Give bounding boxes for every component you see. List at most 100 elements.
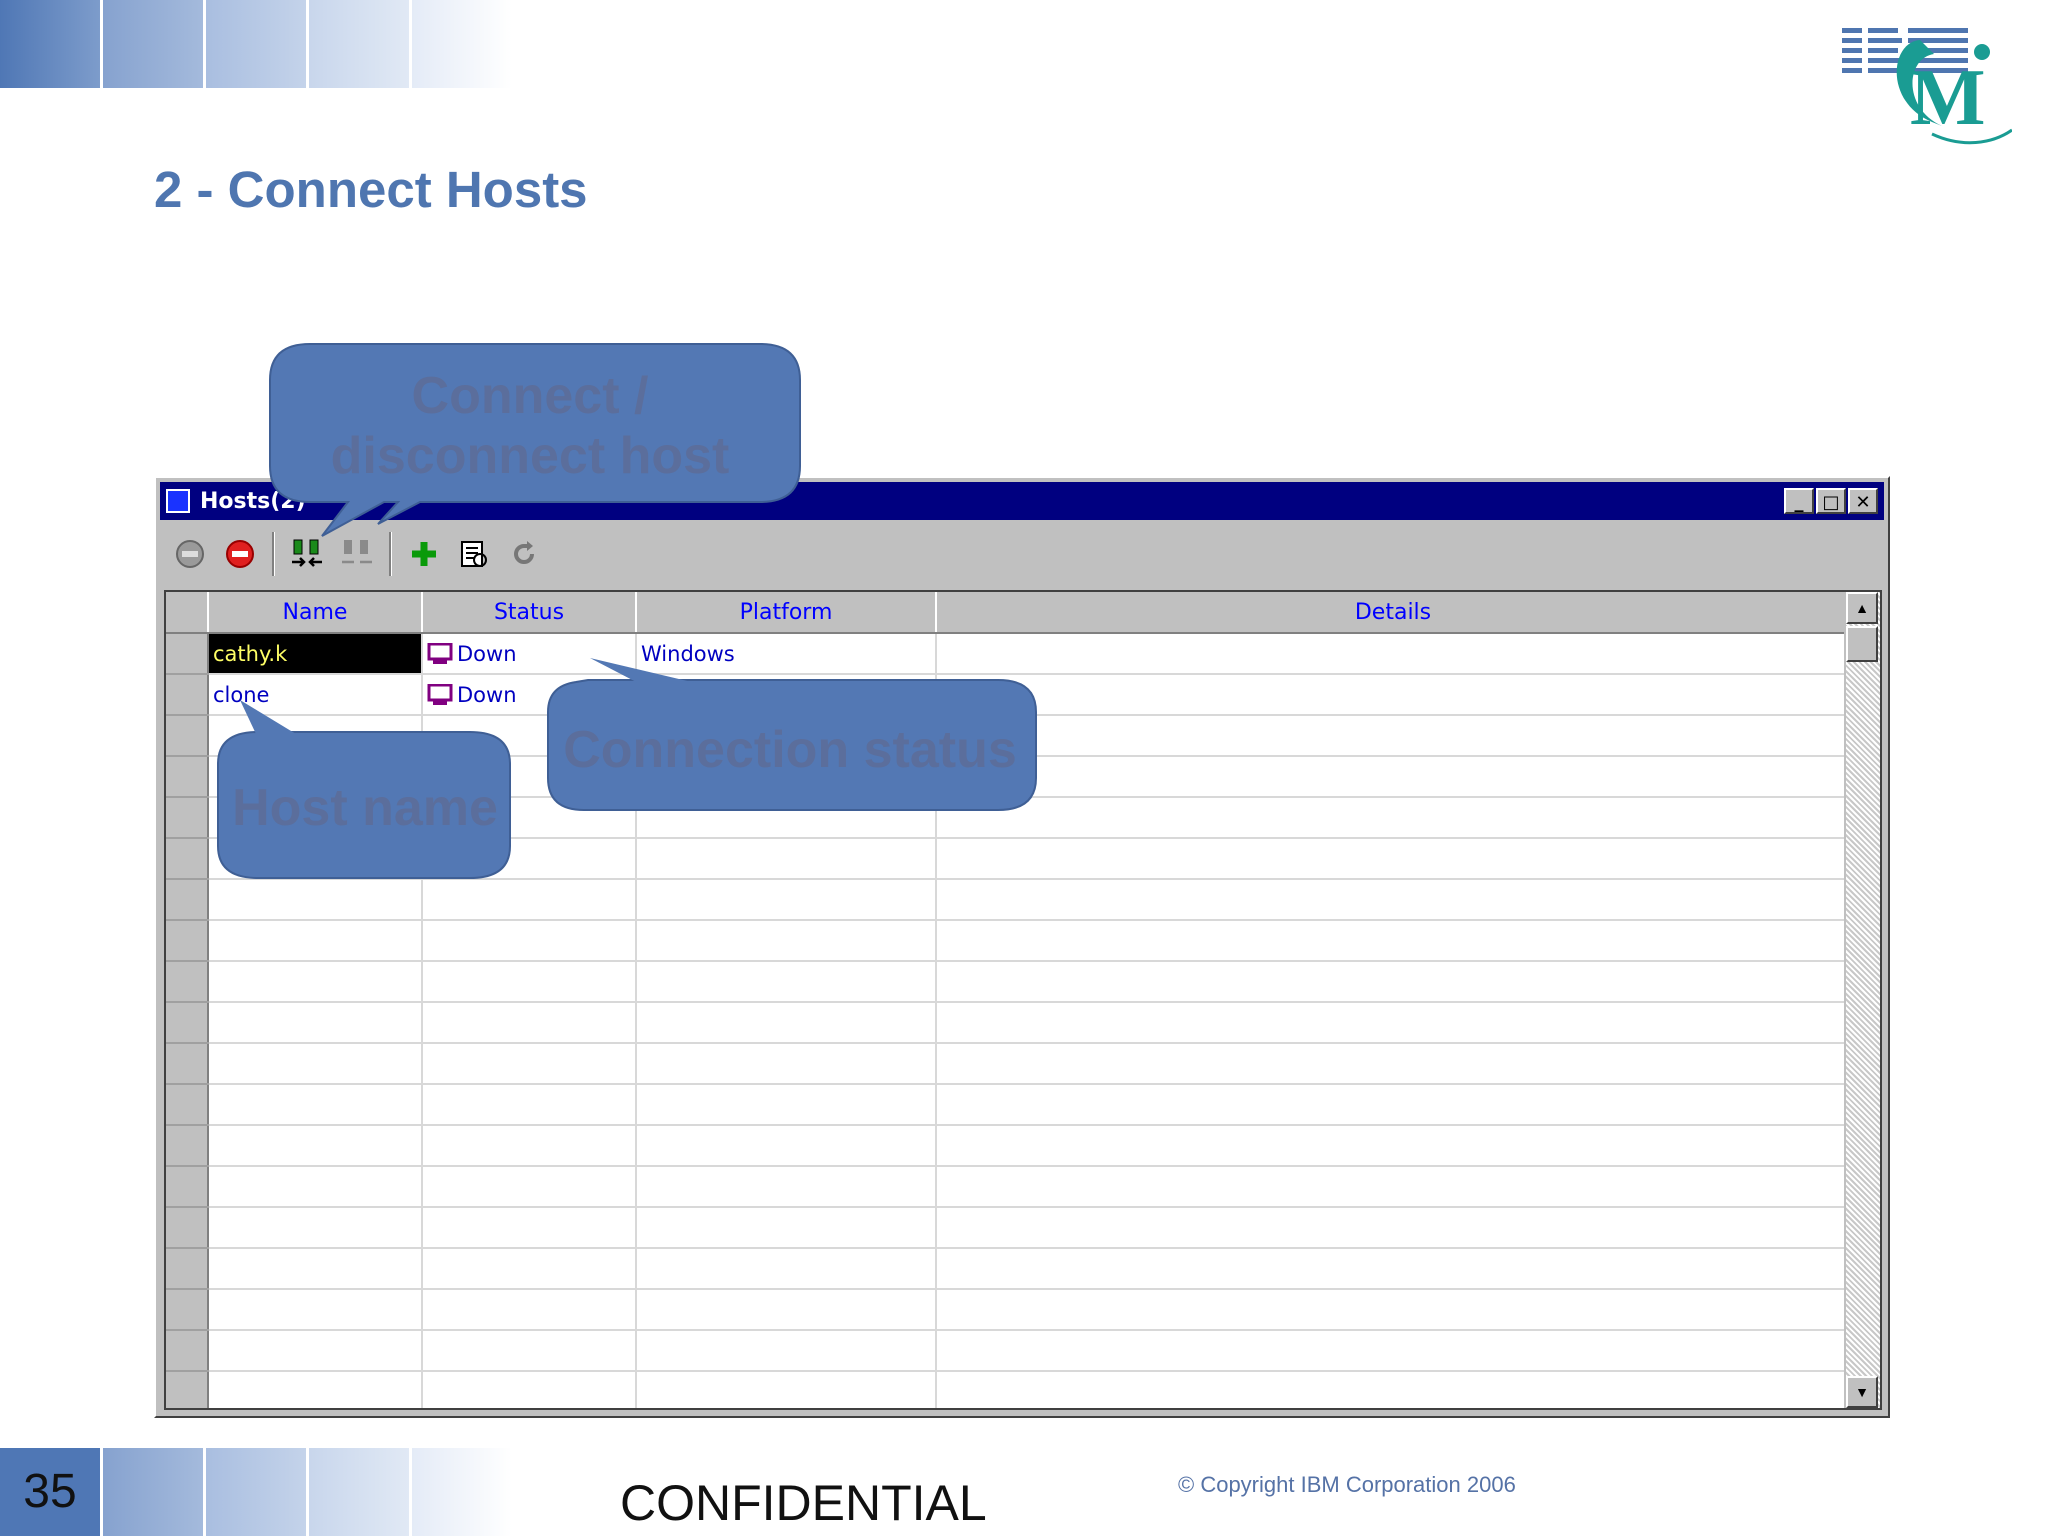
empty-cell (208, 1371, 423, 1408)
maximize-button[interactable]: □ (1816, 488, 1846, 514)
vertical-scrollbar[interactable]: ▲ ▼ (1844, 592, 1880, 1408)
properties-icon[interactable] (456, 536, 492, 572)
minimize-button[interactable]: _ (1784, 488, 1814, 514)
stop-gray-icon[interactable] (172, 536, 208, 572)
row-header (166, 1084, 209, 1126)
empty-cell (208, 1002, 423, 1044)
empty-cell (936, 715, 1851, 757)
window-title: Hosts(2) (200, 488, 306, 514)
empty-cell (208, 1043, 423, 1085)
status-callout-text: Connection status (563, 721, 1017, 779)
empty-cell (208, 1084, 423, 1126)
empty-cell (636, 1371, 937, 1408)
empty-cell (422, 1043, 637, 1085)
empty-cell (936, 1084, 1851, 1126)
slide-number: 35 (0, 1448, 100, 1536)
scroll-down-button[interactable]: ▼ (1846, 1376, 1878, 1408)
row-header (166, 1371, 209, 1408)
host-status-cell[interactable]: Down (422, 633, 637, 675)
column-header-status[interactable]: Status (422, 592, 637, 634)
empty-cell (936, 1371, 1851, 1408)
window-icon (166, 489, 190, 513)
empty-cell (936, 1207, 1851, 1249)
table-row[interactable]: clone Down (166, 674, 1851, 716)
empty-cell (636, 1002, 937, 1044)
empty-row (166, 1084, 1851, 1126)
host-platform-cell[interactable]: Windows (636, 633, 937, 675)
host-platform-cell[interactable] (636, 674, 937, 716)
empty-cell (208, 715, 423, 757)
empty-row (166, 1371, 1851, 1408)
scroll-up-button[interactable]: ▲ (1846, 592, 1878, 624)
empty-cell (936, 879, 1851, 921)
empty-cell (936, 961, 1851, 1003)
corner-header (166, 592, 209, 634)
row-header (166, 961, 209, 1003)
row-header (166, 1207, 209, 1249)
row-header (166, 715, 209, 757)
empty-cell (422, 1084, 637, 1126)
column-header-platform[interactable]: Platform (636, 592, 937, 634)
row-header (166, 1166, 209, 1208)
empty-row (166, 1330, 1851, 1372)
empty-cell (936, 920, 1851, 962)
empty-cell (422, 1371, 637, 1408)
title-bar[interactable]: Hosts(2) _ □ ✕ (160, 482, 1884, 520)
add-icon[interactable] (406, 536, 442, 572)
column-header-name[interactable]: Name (208, 592, 423, 634)
host-status-cell[interactable]: Down (422, 674, 637, 716)
empty-cell (936, 756, 1851, 798)
row-header (166, 1248, 209, 1290)
copyright-text: © Copyright IBM Corporation 2006 (1178, 1472, 1516, 1497)
host-details-cell[interactable] (936, 674, 1851, 716)
empty-cell (636, 1125, 937, 1167)
empty-cell (936, 1125, 1851, 1167)
disconnect-host-icon[interactable] (339, 536, 375, 572)
scroll-thumb[interactable] (1846, 626, 1878, 662)
empty-cell (636, 838, 937, 880)
empty-cell (636, 879, 937, 921)
empty-cell (936, 797, 1851, 839)
table-row[interactable]: cathy.k Down Windows (166, 633, 1851, 675)
stop-red-icon[interactable] (222, 536, 258, 572)
close-button[interactable]: ✕ (1848, 488, 1878, 514)
empty-cell (936, 838, 1851, 880)
row-header (166, 756, 209, 798)
empty-row (166, 1166, 1851, 1208)
empty-cell (422, 838, 637, 880)
connect-host-icon[interactable] (289, 536, 325, 572)
empty-cell (636, 961, 937, 1003)
status-text: Down (457, 682, 517, 707)
empty-cell (636, 920, 937, 962)
empty-cell (422, 1125, 637, 1167)
empty-cell (636, 1043, 937, 1085)
empty-cell (422, 879, 637, 921)
row-header[interactable] (166, 633, 209, 675)
host-name-cell[interactable]: cathy.k (208, 633, 423, 675)
toolbar-separator (272, 532, 275, 576)
confidential-label: CONFIDENTIAL (620, 1475, 987, 1531)
hosts-table: Name Status Platform Details cathy.k Dow… (166, 592, 1851, 1408)
host-name-cell[interactable]: clone (208, 674, 423, 716)
refresh-icon[interactable] (506, 536, 542, 572)
empty-cell (422, 961, 637, 1003)
empty-cell (422, 1248, 637, 1290)
empty-row (166, 879, 1851, 921)
empty-row (166, 1125, 1851, 1167)
empty-cell (422, 1289, 637, 1331)
empty-cell (422, 1166, 637, 1208)
column-header-details[interactable]: Details (936, 592, 1851, 634)
empty-cell (636, 797, 937, 839)
row-header (166, 797, 209, 839)
row-header[interactable] (166, 674, 209, 716)
host-details-cell[interactable] (936, 633, 1851, 675)
empty-row (166, 1002, 1851, 1044)
empty-cell (936, 1330, 1851, 1372)
empty-cell (422, 1207, 637, 1249)
empty-cell (208, 838, 423, 880)
row-header (166, 1002, 209, 1044)
name-callout-text: Host name (232, 779, 498, 837)
empty-cell (636, 1248, 937, 1290)
empty-cell (208, 1207, 423, 1249)
empty-row (166, 1207, 1851, 1249)
